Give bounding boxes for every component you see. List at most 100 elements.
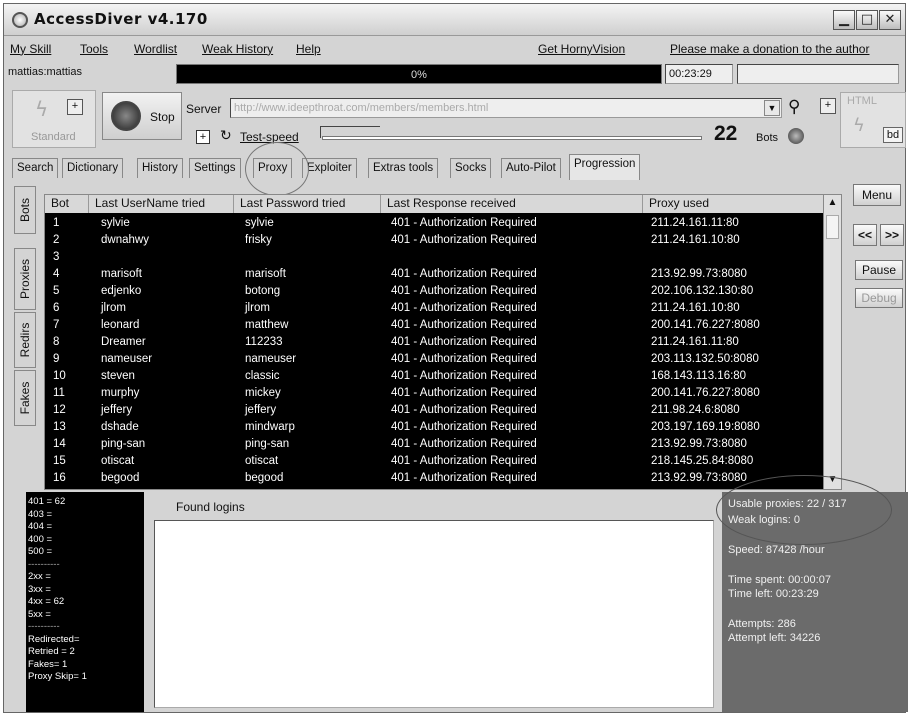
- table-cell: 401 - Authorization Required: [391, 472, 537, 484]
- table-row[interactable]: 7 leonard matthew 401 - Authorization Requi…: [45, 317, 825, 334]
- bd-button[interactable]: bd: [883, 127, 903, 143]
- table-row[interactable]: 3: [45, 249, 825, 266]
- debug-button[interactable]: Debug: [855, 288, 903, 308]
- table-row[interactable]: 11 murphy mickey 401 - Authorization Requir…: [45, 385, 825, 402]
- table-row[interactable]: 2 dwnahwy frisky 401 - Authorization Requir…: [45, 232, 825, 249]
- column-header-response[interactable]: Last Response received: [381, 195, 643, 213]
- tab-extras-tools[interactable]: Extras tools: [368, 158, 439, 178]
- table-cell: 112233: [245, 336, 283, 348]
- column-header-bot[interactable]: Bot: [45, 195, 89, 213]
- table-row[interactable]: 4 marisoft marisoft 401 - Authorization Req…: [45, 266, 825, 283]
- table-cell: 13: [53, 421, 66, 433]
- bots-count: 22: [714, 122, 738, 145]
- standard-spin-button[interactable]: +: [67, 99, 83, 115]
- table-cell: leonard: [101, 319, 140, 331]
- menu-weak-history[interactable]: Weak History: [202, 42, 273, 56]
- html-spin-button[interactable]: +: [820, 98, 836, 114]
- minimize-button[interactable]: ▁: [833, 10, 855, 30]
- table-row[interactable]: 13 dshade mindwarp 401 - Authorization Requ…: [45, 419, 825, 436]
- tab-socks[interactable]: Socks: [450, 158, 492, 178]
- tab-dictionary[interactable]: Dictionary: [62, 158, 124, 178]
- bots-slider-thumb[interactable]: [320, 126, 380, 138]
- tab-exploiter[interactable]: Exploiter: [302, 158, 357, 178]
- menu-tools[interactable]: Tools: [80, 42, 108, 56]
- status-field: [737, 64, 899, 84]
- stat-line: 404 =: [28, 521, 53, 532]
- main-tabs: Search Dictionary History Settings Proxy…: [12, 154, 672, 180]
- standard-label: Standard: [31, 131, 76, 143]
- column-header-proxy[interactable]: Proxy used: [643, 195, 825, 213]
- column-header-username[interactable]: Last UserName tried: [89, 195, 234, 213]
- table-cell: 202.106.132.130:80: [651, 285, 754, 297]
- standard-mode-panel[interactable]: ϟ + Standard: [12, 90, 96, 148]
- stat-separator: ----------: [28, 621, 60, 632]
- found-logins-list[interactable]: [154, 520, 714, 708]
- table-cell: 14: [53, 438, 66, 450]
- add-icon[interactable]: +: [196, 130, 210, 144]
- menu-my-skill[interactable]: My Skill: [10, 42, 51, 56]
- table-row[interactable]: 1 sylvie sylvie 401 - Authorization Require…: [45, 215, 825, 232]
- bots-icon[interactable]: [788, 128, 804, 144]
- scroll-thumb[interactable]: [826, 215, 839, 239]
- table-cell: 211.24.161.11:80: [651, 217, 739, 229]
- table-row[interactable]: 8 Dreamer 112233 401 - Authorization Requir…: [45, 334, 825, 351]
- side-tab-proxies[interactable]: Proxies: [14, 248, 36, 310]
- table-cell: 211.98.24.6:8080: [651, 404, 740, 416]
- side-tab-bots-label: Bots: [18, 197, 32, 223]
- table-row[interactable]: 15 otiscat otiscat 401 - Authorization Requ…: [45, 453, 825, 470]
- stat-line: 500 =: [28, 546, 53, 557]
- tab-progression[interactable]: Progression: [569, 154, 641, 180]
- table-row[interactable]: 14 ping-san ping-san 401 - Authorization Re…: [45, 436, 825, 453]
- html-mode-panel[interactable]: HTML ϟ bd: [840, 92, 906, 148]
- side-tab-redirs[interactable]: Redirs: [14, 312, 36, 368]
- table-cell: 7: [53, 319, 60, 331]
- table-cell: mindwarp: [245, 421, 295, 433]
- previous-button[interactable]: <<: [853, 224, 877, 246]
- pause-button[interactable]: Pause: [855, 260, 903, 280]
- tab-auto-pilot[interactable]: Auto-Pilot: [501, 158, 561, 178]
- current-credentials: mattias:mattias: [8, 66, 82, 78]
- table-cell: 16: [53, 472, 66, 484]
- column-header-password[interactable]: Last Password tried: [234, 195, 381, 213]
- table-row[interactable]: 16 begood begood 401 - Authorization Requir…: [45, 470, 825, 487]
- table-scrollbar[interactable]: ▲ ▼: [823, 195, 841, 489]
- stat-line: 4xx = 62: [28, 596, 65, 607]
- side-tab-proxies-label: Proxies: [18, 258, 32, 300]
- menu-button[interactable]: Menu: [853, 184, 901, 206]
- tab-search[interactable]: Search: [12, 158, 59, 178]
- found-logins-panel: Found logins: [146, 494, 720, 712]
- found-logins-title: Found logins: [176, 500, 245, 514]
- table-row[interactable]: 12 jeffery jeffery 401 - Authorization Requ…: [45, 402, 825, 419]
- table-cell: steven: [101, 370, 135, 382]
- table-cell: classic: [245, 370, 280, 382]
- server-url-field[interactable]: http://www.ideepthroat.com/members/membe…: [230, 98, 782, 118]
- tab-history[interactable]: History: [137, 158, 183, 178]
- menu-help[interactable]: Help: [296, 42, 321, 56]
- menu-donation[interactable]: Please make a donation to the author: [670, 42, 869, 56]
- tab-settings[interactable]: Settings: [189, 158, 241, 178]
- next-button[interactable]: >>: [880, 224, 904, 246]
- table-cell: matthew: [245, 319, 289, 331]
- server-dropdown-button[interactable]: ▼: [764, 100, 780, 116]
- side-tab-fakes[interactable]: Fakes: [14, 370, 36, 426]
- close-button[interactable]: ✕: [879, 10, 901, 30]
- side-tab-bots[interactable]: Bots: [14, 186, 36, 234]
- table-row[interactable]: 10 steven classic 401 - Authorization Requi…: [45, 368, 825, 385]
- stop-button[interactable]: Stop: [102, 92, 182, 140]
- table-cell: 213.92.99.73:8080: [651, 472, 747, 484]
- table-row[interactable]: 6 jlrom jlrom 401 - Authorization Required 2…: [45, 300, 825, 317]
- scroll-up-icon[interactable]: ▲: [825, 196, 840, 211]
- bots-table: Bot Last UserName tried Last Password tr…: [44, 194, 842, 490]
- stop-label: Stop: [150, 110, 175, 124]
- search-icon[interactable]: ⚲: [788, 97, 800, 117]
- menu-wordlist[interactable]: Wordlist: [134, 42, 177, 56]
- table-cell: 203.197.169.19:8080: [651, 421, 760, 433]
- table-cell: 2: [53, 234, 60, 246]
- table-row[interactable]: 9 nameuser nameuser 401 - Authorization Req…: [45, 351, 825, 368]
- maximize-button[interactable]: □: [856, 10, 878, 30]
- table-row[interactable]: 5 edjenko botong 401 - Authorization Requir…: [45, 283, 825, 300]
- menu-get-hornyvision[interactable]: Get HornyVision: [538, 42, 625, 56]
- table-header: Bot Last UserName tried Last Password tr…: [45, 195, 825, 213]
- refresh-icon[interactable]: ↻: [220, 128, 232, 144]
- table-cell: 1: [53, 217, 60, 229]
